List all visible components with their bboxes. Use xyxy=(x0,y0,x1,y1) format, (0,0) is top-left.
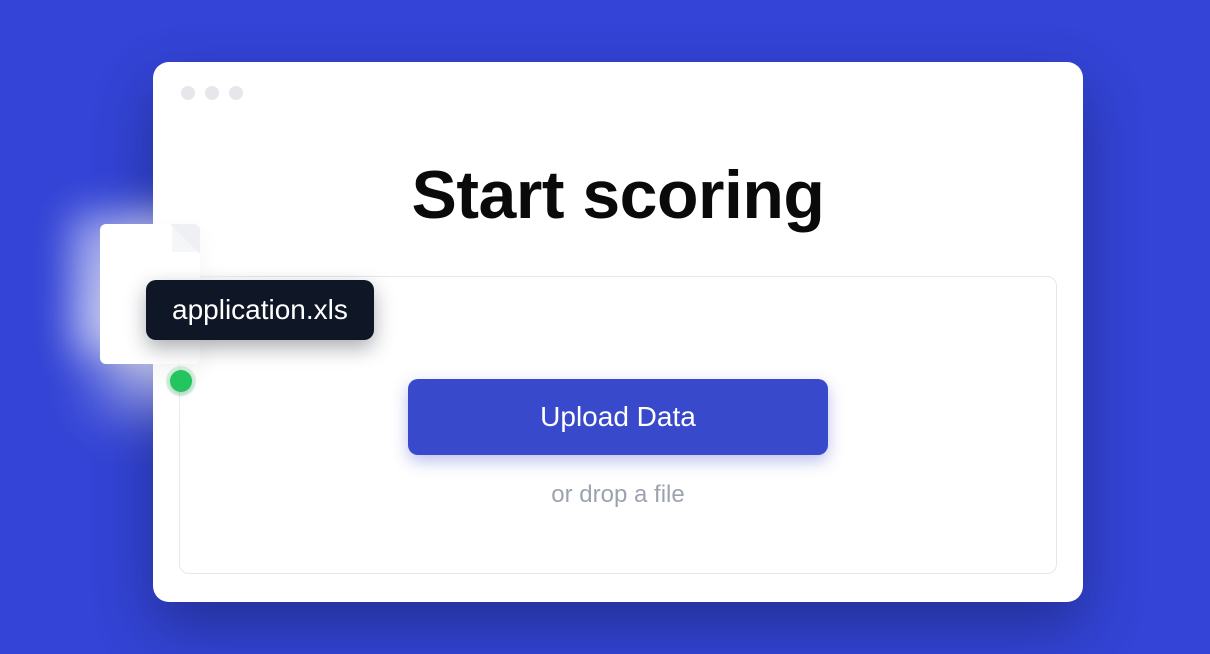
window-maximize-dot[interactable] xyxy=(229,86,243,100)
window-close-dot[interactable] xyxy=(181,86,195,100)
window-minimize-dot[interactable] xyxy=(205,86,219,100)
window-controls xyxy=(181,86,243,100)
page-title: Start scoring xyxy=(153,156,1083,234)
file-fold-flap-icon xyxy=(172,226,198,252)
upload-button[interactable]: Upload Data xyxy=(408,379,828,455)
file-name-label: application.xls xyxy=(146,280,374,340)
dragged-file[interactable]: application.xls xyxy=(100,224,218,382)
upload-hint-text: or drop a file xyxy=(551,481,684,509)
status-ok-icon xyxy=(170,370,192,392)
